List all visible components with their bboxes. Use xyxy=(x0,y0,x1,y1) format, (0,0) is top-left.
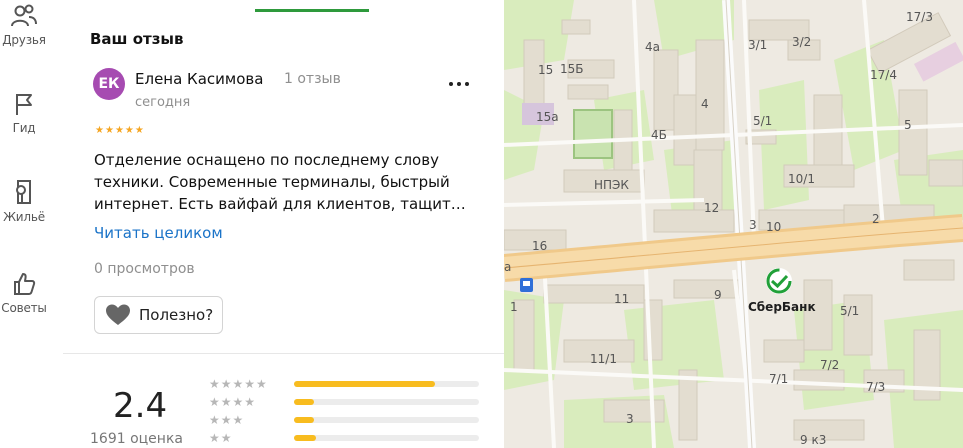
author-name[interactable]: Елена Касимова xyxy=(135,70,263,88)
more-dot-icon xyxy=(449,82,453,86)
map-house-number: 11 xyxy=(614,292,630,306)
review-panel: Ваш отзыв ЕК Елена Касимова 1 отзыв сего… xyxy=(63,0,504,448)
map-house-number: 10 xyxy=(766,220,782,234)
map-house-number: 3/1 xyxy=(748,38,768,52)
nav-guide-label: Гид xyxy=(12,121,36,135)
rating-bar xyxy=(294,399,479,405)
rating-row-stars: ★★★★★ xyxy=(209,377,268,391)
heart-icon xyxy=(106,304,130,325)
nav-tips[interactable]: Советы xyxy=(0,270,48,315)
map-house-number: 7/2 xyxy=(820,358,840,372)
map-house-number: 7/1 xyxy=(769,372,789,386)
map-house-number: 17/3 xyxy=(906,10,933,24)
map-house-number: 17/4 xyxy=(870,68,897,82)
map-house-number: 15 xyxy=(538,63,554,77)
more-dot-icon xyxy=(465,82,469,86)
nav-housing-label: Жильё xyxy=(3,210,45,224)
avatar[interactable]: ЕК xyxy=(93,68,125,100)
star-icon: ★ xyxy=(134,125,144,136)
housing-icon xyxy=(16,180,31,204)
friends-icon xyxy=(11,4,37,27)
map-house-number: 3 xyxy=(626,412,634,426)
map-house-number: 3 xyxy=(749,218,757,232)
thumbs-up-icon xyxy=(14,273,36,295)
rating-bar-fill xyxy=(294,435,316,441)
review-date: сегодня xyxy=(135,95,191,110)
map-house-number: 5/1 xyxy=(753,114,773,128)
map-house-number: 4а xyxy=(645,40,660,54)
map-house-number: 4 xyxy=(701,97,709,111)
map-house-number: 15а xyxy=(536,110,559,124)
panel-divider xyxy=(63,353,504,354)
nav-friends-label: Друзья xyxy=(2,33,46,47)
rating-bar-fill xyxy=(294,399,314,405)
star-icon: ★ xyxy=(95,125,104,136)
author-review-count: 1 отзыв xyxy=(284,71,341,87)
rating-bar-fill xyxy=(294,381,435,387)
sberbank-label[interactable]: СберБанк xyxy=(748,300,816,314)
star-icon: ★ xyxy=(124,125,134,136)
flag-icon xyxy=(16,94,32,115)
rating-row-stars: ★★★★ xyxy=(209,395,257,409)
more-options-button[interactable] xyxy=(443,72,475,96)
active-tab-indicator xyxy=(255,9,369,12)
map-house-number: 9 к3 xyxy=(800,433,827,447)
nav-guide[interactable]: Гид xyxy=(0,90,48,135)
map-house-number: 5/1 xyxy=(840,304,860,318)
rating-count: 1691 оценка xyxy=(90,431,183,447)
view-count: 0 просмотров xyxy=(94,261,195,277)
rating-row-stars: ★★★ xyxy=(209,413,245,427)
rating-bar xyxy=(294,381,479,387)
star-icon: ★ xyxy=(104,125,114,136)
nav-friends[interactable]: Друзья xyxy=(0,2,48,47)
map[interactable]: 17/3 4а 3/1 3/2 17/4 15 15Б 15а 4 4Б 5/1 5 НПЭК 10/1 1… xyxy=(504,0,963,448)
rating-value: 2.4 xyxy=(113,386,168,426)
read-more-link[interactable]: Читать целиком xyxy=(94,224,223,242)
map-house-number: 16 xyxy=(532,239,548,253)
helpful-button[interactable]: Полезно? xyxy=(94,296,223,334)
map-house-number: 11/1 xyxy=(590,352,617,366)
map-house-number: 12 xyxy=(704,201,720,215)
left-navigation: Друзья Гид Жильё Советы xyxy=(0,0,48,448)
map-house-number: 10/1 xyxy=(788,172,815,186)
map-house-number: 9 xyxy=(714,288,722,302)
map-house-number: 7/3 xyxy=(866,380,886,394)
nav-housing[interactable]: Жильё xyxy=(0,177,48,224)
rating-bar xyxy=(294,435,479,441)
section-title: Ваш отзыв xyxy=(90,30,184,48)
map-house-number: 15Б xyxy=(560,62,584,76)
helpful-label: Полезно? xyxy=(139,306,214,324)
nav-tips-label: Советы xyxy=(1,301,47,315)
map-house-number: 5 xyxy=(904,118,912,132)
review-stars: ★ ★ ★ ★ ★ xyxy=(95,126,144,136)
map-house-number: а xyxy=(504,260,512,274)
map-house-number: 4Б xyxy=(651,128,667,142)
more-dot-icon xyxy=(457,82,461,86)
map-house-number: 3/2 xyxy=(792,35,812,49)
rating-bar xyxy=(294,417,479,423)
star-icon: ★ xyxy=(114,125,124,136)
map-house-number: НПЭК xyxy=(594,178,629,192)
rating-row-stars: ★★ xyxy=(209,431,233,445)
rating-bar-fill xyxy=(294,417,314,423)
map-house-number: 1 xyxy=(510,300,518,314)
sberbank-pin-icon xyxy=(766,268,792,294)
map-house-number: 2 xyxy=(872,212,880,226)
review-text: Отделение оснащено по последнему слову т… xyxy=(94,151,466,213)
